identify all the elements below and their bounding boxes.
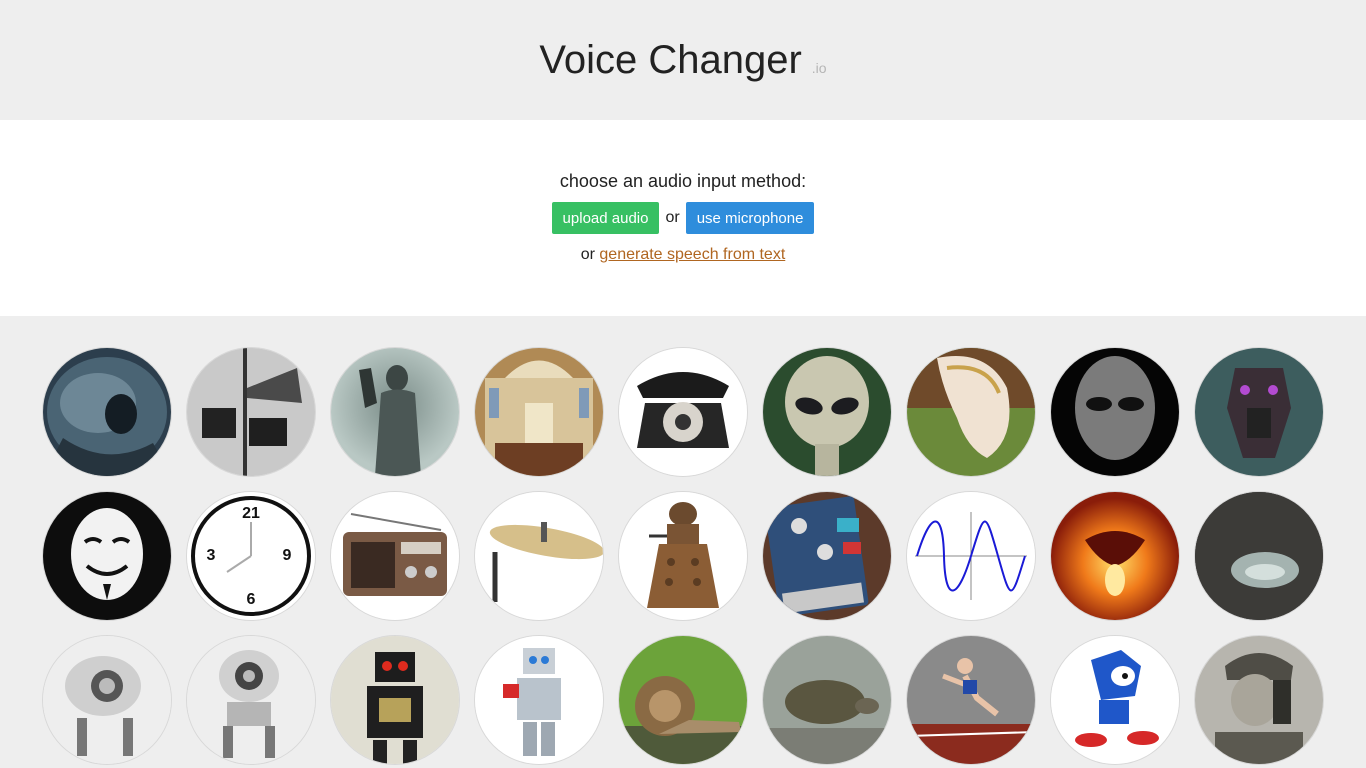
site-tld: .io [811, 59, 827, 76]
voice-tile[interactable] [907, 348, 1035, 476]
sine-wave-icon [907, 492, 1035, 620]
voice-tile[interactable] [1051, 636, 1179, 764]
melting-clock-icon [907, 348, 1035, 476]
cathedral-icon [475, 348, 603, 476]
voice-tile[interactable] [475, 492, 603, 620]
reversed-clock-icon: 21 9 6 3 [187, 492, 315, 620]
alien-icon [763, 348, 891, 476]
input-method-buttons: upload audio or use microphone [551, 202, 815, 234]
voice-tile[interactable] [763, 492, 891, 620]
snail-icon [619, 636, 747, 764]
voice-tile[interactable] [1195, 348, 1323, 476]
svg-text:6: 6 [247, 591, 256, 608]
voice-tile[interactable] [43, 348, 171, 476]
grey-alien-icon [1051, 348, 1179, 476]
site-title: Voice Changer [539, 37, 802, 82]
voice-tile[interactable] [331, 636, 459, 764]
generate-speech-link[interactable]: generate speech from text [599, 246, 785, 263]
alt-or-label: or [580, 246, 595, 263]
effects-pedal-icon [763, 492, 891, 620]
voice-tile[interactable] [43, 636, 171, 764]
fire-demon-icon [1051, 492, 1179, 620]
voice-tile[interactable] [187, 636, 315, 764]
voice-tile[interactable] [619, 492, 747, 620]
svg-text:3: 3 [207, 547, 216, 564]
radio-icon [331, 492, 459, 620]
voice-tile[interactable] [1195, 492, 1323, 620]
robot-cyclops-icon [187, 636, 315, 764]
voice-tile[interactable] [475, 636, 603, 764]
cymbal-icon [475, 492, 603, 620]
voice-tile[interactable] [907, 636, 1035, 764]
use-microphone-button[interactable]: use microphone [685, 202, 815, 234]
voice-tile[interactable] [907, 492, 1035, 620]
voice-tile[interactable] [1051, 348, 1179, 476]
voice-tile[interactable] [475, 348, 603, 476]
robot-cat-icon [43, 636, 171, 764]
ghost-icon [331, 348, 459, 476]
turtle-icon [763, 636, 891, 764]
alt-input-line: or generate speech from text [581, 246, 786, 264]
voice-tile[interactable] [187, 348, 315, 476]
monster-icon [43, 348, 171, 476]
anonymous-mask-icon [43, 492, 171, 620]
lego-robot-icon [475, 636, 603, 764]
voice-tile[interactable] [331, 348, 459, 476]
robot-mech-icon [1195, 348, 1323, 476]
voice-tile[interactable] [763, 348, 891, 476]
sonic-icon [1051, 636, 1179, 764]
voice-tile[interactable] [43, 492, 171, 620]
voice-tile[interactable]: 21 9 6 3 [187, 492, 315, 620]
dalek-icon [619, 492, 747, 620]
site-header: Voice Changer .io [0, 0, 1366, 120]
toy-robot-icon [331, 636, 459, 764]
voice-tile[interactable] [763, 636, 891, 764]
input-method-panel: choose an audio input method: upload aud… [0, 120, 1366, 316]
voice-tile[interactable] [619, 348, 747, 476]
site-logo[interactable]: Voice Changer .io [539, 38, 826, 83]
voice-tile[interactable] [1051, 492, 1179, 620]
upload-audio-button[interactable]: upload audio [551, 202, 660, 234]
voice-tile[interactable] [1195, 636, 1323, 764]
svg-text:9: 9 [283, 547, 292, 564]
voice-effects-grid: 21 9 6 3 [43, 348, 1343, 764]
cave-icon [1195, 492, 1323, 620]
input-method-prompt: choose an audio input method: [559, 171, 807, 191]
soldier-radio-icon [1195, 636, 1323, 764]
sprinter-icon [907, 636, 1035, 764]
megaphone-icon [187, 348, 315, 476]
svg-text:21: 21 [242, 505, 260, 522]
telephone-icon [619, 348, 747, 476]
voice-tile[interactable] [619, 636, 747, 764]
or-separator: or [665, 209, 680, 226]
voice-tile[interactable] [331, 492, 459, 620]
